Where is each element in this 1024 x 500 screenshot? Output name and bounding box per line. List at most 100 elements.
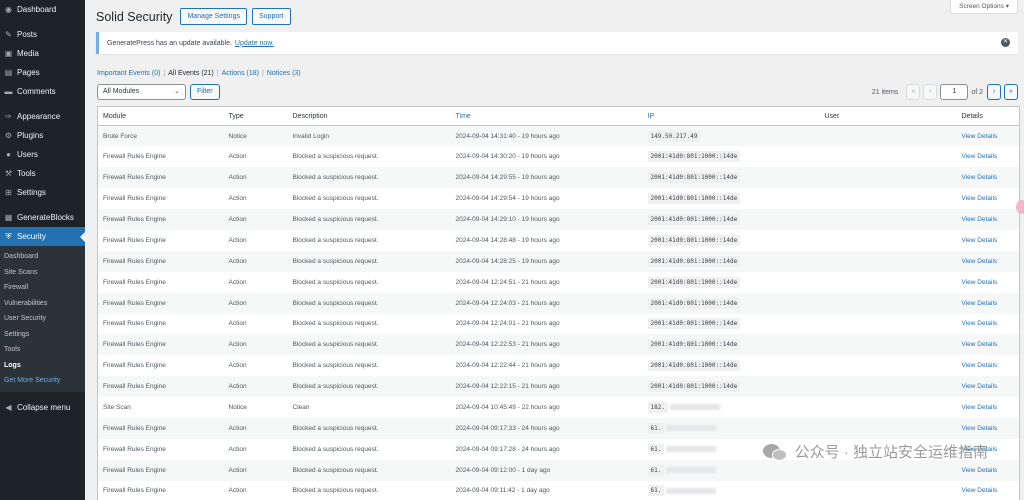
submenu-item-get-more-security[interactable]: Get More Security: [0, 373, 85, 389]
sidebar-item-posts[interactable]: ✎ Posts: [0, 25, 85, 44]
view-details-link[interactable]: View Details: [962, 341, 998, 348]
cell-details: View Details: [956, 125, 1020, 147]
view-details-link[interactable]: View Details: [962, 237, 998, 244]
cell-ip: 2001:41d0:801:1000::14de: [643, 230, 820, 251]
view-details-link[interactable]: View Details: [962, 404, 998, 411]
cell-type: Notice: [223, 125, 288, 147]
view-details-link[interactable]: View Details: [962, 216, 998, 223]
ip-address: 2001:41d0:801:1000::14de: [647, 381, 741, 393]
module-select[interactable]: All Modules ⌄: [97, 84, 186, 100]
items-count: 21 items: [871, 88, 899, 96]
sidebar-item-media[interactable]: ▣ Media: [0, 44, 85, 63]
cell-module: Firewall Rules Engine: [103, 487, 166, 495]
view-details-link[interactable]: View Details: [962, 383, 998, 390]
cell-time: 2024-09-04 12:22:44 - 21 hours ago: [455, 362, 560, 370]
view-link[interactable]: All Events (21): [168, 70, 214, 77]
view-link[interactable]: Notices (3): [267, 70, 301, 77]
redacted-ip: [669, 404, 720, 411]
dismiss-notice-icon[interactable]: ✕: [1001, 38, 1010, 47]
update-now-link[interactable]: Update now.: [235, 40, 274, 47]
sidebar-item-comments[interactable]: ▬ Comments: [0, 82, 85, 101]
cell-ip: 2001:41d0:801:1000::14de: [642, 334, 820, 356]
cell-description: Blocked a suspicious request.: [292, 320, 379, 328]
table-row: Firewall Rules Engine Action Blocked a sus…: [98, 314, 1020, 335]
manage-settings-button[interactable]: Manage Settings: [180, 8, 247, 25]
submenu-item-dashboard[interactable]: Dashboard: [0, 249, 85, 265]
view-link[interactable]: Important Events (0): [97, 70, 160, 77]
submenu-item-vulnerabilities[interactable]: Vulnerabilities: [0, 296, 85, 312]
cell-time: 2024-09-04 09:17:28 - 24 hours ago: [455, 445, 560, 453]
support-button[interactable]: Support: [251, 8, 291, 25]
next-page-button[interactable]: ›: [987, 84, 1001, 100]
cell-user: [819, 459, 957, 481]
screen-options-button[interactable]: Screen Options ▾: [950, 0, 1018, 14]
submenu-item-tools[interactable]: Tools: [0, 342, 85, 358]
cell-details: View Details: [956, 167, 1020, 189]
cell-time: 2024-09-04 09:12:00 - 1 day ago: [450, 459, 643, 481]
view-details-link[interactable]: View Details: [962, 279, 998, 286]
sidebar-item-pages[interactable]: ▤ Pages: [0, 63, 85, 82]
current-page-input[interactable]: 1: [940, 84, 969, 100]
cell-description: Blocked a suspicious request.: [292, 153, 379, 161]
view-details-link[interactable]: View Details: [962, 362, 998, 369]
pages-icon: ▤: [4, 68, 13, 77]
column-header-ip[interactable]: IP: [642, 106, 820, 126]
submenu-item-firewall[interactable]: Firewall: [0, 280, 85, 296]
collapse-menu-button[interactable]: ◀ Collapse menu: [0, 398, 85, 417]
cell-time: 2024-09-04 14:28:48 - 19 hours ago: [455, 236, 560, 244]
table-row: Brute Force Notice Invalid Login 2024-09-04…: [97, 125, 1020, 147]
cell-time: 2024-09-04 10:45:49 - 22 hours ago: [455, 404, 560, 412]
comments-icon: ▬: [4, 87, 13, 96]
sidebar-item-plugins[interactable]: ⚙ Plugins: [0, 126, 85, 145]
cell-ip: 2001:41d0:801:1000::14de: [643, 146, 820, 167]
sidebar-item-users[interactable]: ● Users: [0, 145, 85, 164]
shield-icon: ⛨: [5, 232, 12, 241]
view-details-link[interactable]: View Details: [962, 487, 998, 494]
submenu-item-user-security[interactable]: User Security: [0, 311, 85, 327]
cell-type: Action: [228, 278, 247, 286]
sidebar-item-generateblocks[interactable]: ▦ GenerateBlocks: [0, 208, 85, 227]
submenu-item-site-scans[interactable]: Site Scans: [0, 265, 85, 281]
cell-ip: 2001:41d0:801:1000::14de: [643, 355, 820, 376]
cell-description: Blocked a suspicious request.: [287, 334, 451, 356]
column-header-time[interactable]: Time: [450, 106, 643, 126]
cursor-dot: [1016, 200, 1024, 214]
last-page-button[interactable]: »: [1004, 84, 1018, 100]
view-details-link[interactable]: View Details: [962, 467, 998, 474]
view-details-link[interactable]: View Details: [962, 174, 998, 181]
view-details-link[interactable]: View Details: [962, 195, 998, 202]
admin-sidebar: ◉ Dashboard ✎ Posts ▣ Media ▤ Pages ▬ Comments ✑ Ap…: [0, 0, 85, 500]
cell-description: Blocked a suspicious request.: [292, 487, 379, 495]
view-link[interactable]: Actions (18): [222, 70, 259, 77]
sidebar-item-dashboard[interactable]: ◉ Dashboard: [0, 0, 85, 19]
cell-user: [820, 146, 957, 167]
main-content: Screen Options ▾ Solid Security Manage S…: [85, 0, 1024, 500]
table-row: Firewall Rules Engine Action Blocked a sus…: [98, 355, 1020, 376]
filter-button[interactable]: Filter: [190, 84, 220, 100]
table-row: Firewall Rules Engine Action Blocked a sus…: [97, 167, 1020, 189]
view-details-link[interactable]: View Details: [962, 133, 998, 140]
sidebar-item-security[interactable]: ⛨ Security: [0, 227, 85, 246]
sidebar-item-label: Dashboard: [17, 5, 57, 14]
cell-ip: 182.: [643, 397, 820, 418]
submenu-item-logs[interactable]: Logs: [0, 358, 85, 374]
submenu-item-settings[interactable]: Settings: [0, 327, 85, 343]
cell-type: Action: [223, 292, 288, 314]
cell-module: Firewall Rules Engine: [103, 278, 166, 286]
sidebar-item-tools[interactable]: ⚒ Tools: [0, 164, 85, 183]
cell-ip: 2001:41d0:801:1000::14de: [643, 188, 820, 209]
view-details-link[interactable]: View Details: [962, 153, 998, 160]
page-header: Solid Security Manage Settings Support: [96, 8, 296, 25]
cell-time: 2024-09-04 12:22:53 - 21 hours ago: [450, 334, 643, 356]
view-details-link[interactable]: View Details: [962, 258, 998, 265]
sidebar-item-settings[interactable]: ⊞ Settings: [0, 183, 85, 202]
table-row: Firewall Rules Engine Action Blocked a sus…: [97, 250, 1020, 272]
view-details-link[interactable]: View Details: [962, 300, 998, 307]
sidebar-item-appearance[interactable]: ✑ Appearance: [0, 107, 85, 126]
cell-ip: 2001:41d0:801:1000::14de: [643, 272, 820, 293]
brush-icon: ✑: [5, 112, 12, 121]
cell-type: Notice: [228, 404, 247, 412]
cell-module: Site Scan: [103, 404, 131, 412]
view-details-link[interactable]: View Details: [962, 425, 998, 432]
view-details-link[interactable]: View Details: [962, 320, 998, 327]
